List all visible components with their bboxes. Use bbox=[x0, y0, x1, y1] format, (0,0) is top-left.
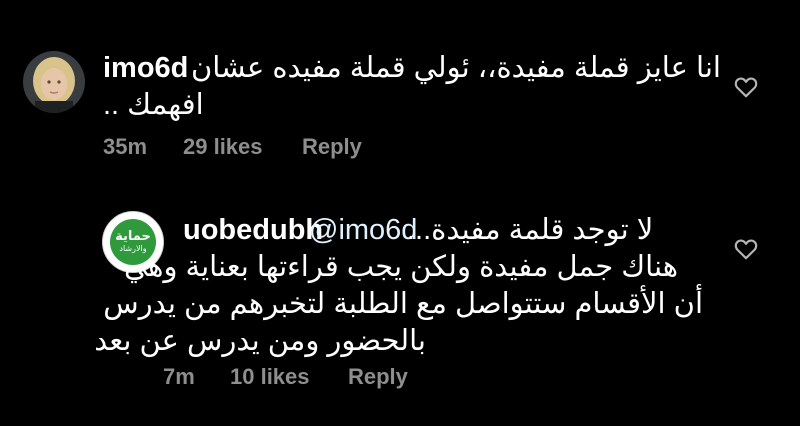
comment-imo6d: imo6d انا عايز قملة مفيدة،، ئولي قملة مف… bbox=[0, 0, 800, 180]
comment-text-line-4: بالحضور ومن يدرس عن بعد bbox=[94, 325, 426, 357]
comment-text-line-3: أن الأقسام ستتواصل مع الطلبة لتخبرهم من … bbox=[103, 288, 703, 320]
username[interactable]: uobedubh bbox=[183, 212, 323, 249]
likes-count[interactable]: 10 likes bbox=[230, 364, 310, 390]
likes-count[interactable]: 29 likes bbox=[183, 134, 263, 160]
comment-text-line-1: لا توجد قلمة مفيدة... bbox=[407, 214, 654, 246]
comment-body: uobedubh @imo6d لا توجد قلمة مفيدة... هن… bbox=[94, 212, 703, 360]
avatar[interactable] bbox=[23, 51, 85, 113]
reply-button[interactable]: Reply bbox=[302, 134, 362, 160]
heart-outline-icon[interactable] bbox=[732, 74, 760, 100]
timestamp: 35m bbox=[103, 134, 148, 159]
comment-body: imo6d انا عايز قملة مفيدة،، ئولي قملة مف… bbox=[103, 50, 721, 124]
timestamp: 7m bbox=[163, 364, 195, 389]
reply-button[interactable]: Reply bbox=[348, 364, 408, 390]
comment-text-line-1: انا عايز قملة مفيدة،، ئولي قملة مفيده عش… bbox=[191, 52, 721, 84]
user-photo-avatar-icon bbox=[23, 51, 85, 113]
avatar-logo-text: حماية bbox=[115, 228, 151, 243]
heart-outline-icon[interactable] bbox=[732, 236, 760, 262]
comment-text-line-2: هناك جمل مفيدة ولكن يجب قراءتها بعناية و… bbox=[124, 251, 678, 283]
comment-uobedubh: حماية والارشاد uobedubh @imo6d لا توجد ق… bbox=[0, 180, 800, 426]
comment-meta: 7m 10 likes Reply bbox=[163, 364, 563, 390]
comment-meta: 35m 29 likes Reply bbox=[103, 134, 503, 160]
mention-link[interactable]: @imo6d bbox=[309, 212, 417, 249]
username[interactable]: imo6d bbox=[103, 50, 188, 87]
comment-text-line-2: افهمك .. bbox=[103, 89, 204, 121]
